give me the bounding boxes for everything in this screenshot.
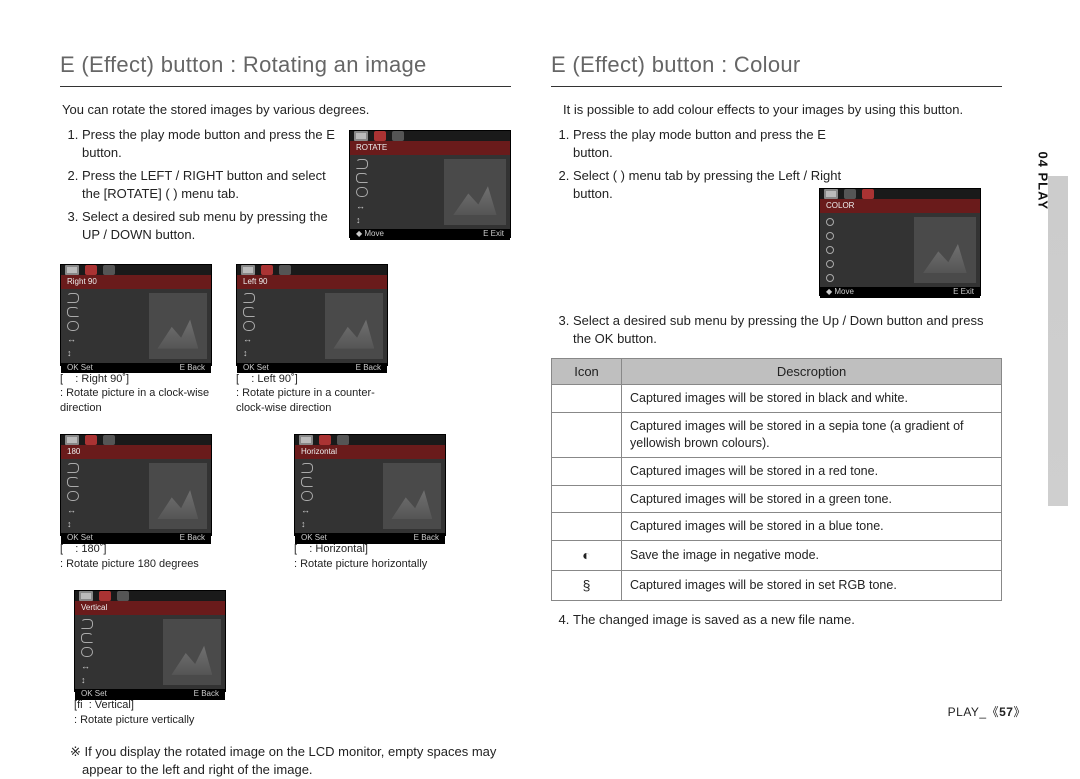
- lcd-color-main: COLOR ◆ Move E Exit: [819, 188, 981, 296]
- intro-rotating: You can rotate the stored images by vari…: [62, 101, 511, 119]
- table-row: Captured images will be stored in a blue…: [552, 513, 1002, 541]
- lcd-title: COLOR: [820, 199, 980, 213]
- icon-sepia: [552, 412, 622, 457]
- step-colour-4: The changed image is saved as a new file…: [573, 611, 1002, 629]
- lcd-right90: Right 90 ↔↕ OK SetE Back: [60, 264, 212, 366]
- table-row: Captured images will be stored in black …: [552, 385, 1002, 413]
- lcd-exit-label: Exit: [961, 287, 974, 296]
- steps-rotating: Press the play mode button and press the…: [82, 126, 335, 243]
- page-footer: PLAY_《57》: [948, 704, 1026, 720]
- heading-colour: E (Effect) button : Colour: [551, 50, 1002, 87]
- lcd-preview: [914, 217, 976, 283]
- lcd-exit-key: E: [953, 287, 958, 296]
- table-row: §Captured images will be stored in set R…: [552, 571, 1002, 601]
- lcd-preview: [444, 159, 506, 225]
- dot-icon: [826, 246, 834, 254]
- icon-bw: [552, 385, 622, 413]
- rotate-left-icon: [356, 173, 368, 183]
- desc: Captured images will be stored in set RG…: [622, 571, 1002, 601]
- tab-rotate-icon: [374, 131, 386, 141]
- icon-green: [552, 485, 622, 513]
- lcd-menu: [820, 213, 914, 287]
- caption: [ : Left 90˚] : Rotate picture in a coun…: [236, 372, 394, 417]
- lcd-move-label: Move: [364, 229, 384, 238]
- dot-icon: [826, 274, 834, 282]
- colour-table: Icon Descroption Captured images will be…: [551, 358, 1002, 602]
- lcd-title: Left 90: [237, 275, 387, 289]
- desc: Save the image in negative mode.: [622, 541, 1002, 571]
- lcd-exit-label: Exit: [491, 229, 504, 238]
- caption: [ : Right 90˚] : Rotate picture in a clo…: [60, 372, 218, 417]
- dot-icon: [826, 232, 834, 240]
- icon-negative: ◐: [552, 541, 622, 571]
- side-tab: [1048, 176, 1068, 506]
- desc: Captured images will be stored in a blue…: [622, 513, 1002, 541]
- step: Select a desired sub menu by pressing th…: [82, 208, 335, 243]
- caption: [ : 180˚] : Rotate picture 180 degrees: [60, 542, 218, 572]
- side-tab-label: 04 PLAY: [1034, 151, 1052, 210]
- flip-h-icon: ↔: [356, 200, 365, 212]
- lcd-title: Horizontal: [295, 445, 445, 459]
- lcd-title: 180: [61, 445, 211, 459]
- caption: [ : Horizontal] : Rotate picture horizon…: [294, 542, 452, 572]
- tab-play-icon: [354, 131, 368, 141]
- rotate-right-icon: [356, 159, 368, 169]
- step: Press the LEFT / RIGHT button and select…: [82, 167, 335, 202]
- caption: [fi : Vertical] : Rotate picture vertica…: [74, 698, 232, 728]
- table-row: Captured images will be stored in a red …: [552, 457, 1002, 485]
- table-row: Captured images will be stored in a sepi…: [552, 412, 1002, 457]
- steps-colour-12: Press the play mode button and press the…: [573, 126, 844, 202]
- lcd-exit-key: E: [483, 229, 488, 238]
- lcd-title: Vertical: [75, 601, 225, 615]
- icon-blue: [552, 513, 622, 541]
- lcd-title: ROTATE: [350, 141, 510, 155]
- tab-rotate-icon: [844, 189, 856, 199]
- table-row: ◐Save the image in negative mode.: [552, 541, 1002, 571]
- desc: Captured images will be stored in black …: [622, 385, 1002, 413]
- tab-play-icon: [824, 189, 838, 199]
- table-row: Captured images will be stored in a gree…: [552, 485, 1002, 513]
- step: Select ( ) menu tab by pressing the Left…: [573, 167, 844, 202]
- heading-rotating: E (Effect) button : Rotating an image: [60, 50, 511, 87]
- step-colour-3: Select a desired sub menu by pressing th…: [573, 312, 1002, 347]
- lcd-left90: Left 90 ↔↕ OK SetE Back: [236, 264, 388, 366]
- lcd-horizontal: Horizontal ↔↕ OK SetE Back: [294, 434, 446, 536]
- th-icon: Icon: [552, 358, 622, 385]
- flip-v-icon: ↕: [356, 214, 361, 226]
- dot-icon: [826, 260, 834, 268]
- intro-colour: It is possible to add colour effects to …: [563, 101, 1002, 119]
- icon-red: [552, 457, 622, 485]
- desc: Captured images will be stored in a sepi…: [622, 412, 1002, 457]
- th-desc: Descroption: [622, 358, 1002, 385]
- tab-palette-icon: [392, 131, 404, 141]
- lcd-move-label: Move: [834, 287, 854, 296]
- icon-rgb: §: [552, 571, 622, 601]
- step: Press the play mode button and press the…: [82, 126, 335, 161]
- step: Press the play mode button and press the…: [573, 126, 844, 161]
- desc: Captured images will be stored in a red …: [622, 457, 1002, 485]
- dot-icon: [826, 218, 834, 226]
- note-rotated: ※ If you display the rotated image on th…: [70, 743, 511, 778]
- lcd-vertical: Vertical ↔↕ OK SetE Back: [74, 590, 226, 692]
- lcd-title: Right 90: [61, 275, 211, 289]
- rotate-180-icon: [356, 187, 368, 197]
- tab-palette-icon: [862, 189, 874, 199]
- lcd-menu: ↔ ↕: [350, 155, 444, 229]
- desc: Captured images will be stored in a gree…: [622, 485, 1002, 513]
- lcd-rotate-main: ROTATE ↔ ↕ ◆ Move E Exit: [349, 130, 511, 238]
- lcd-move-key: ◆: [356, 229, 362, 238]
- lcd-tabs: [820, 189, 980, 199]
- lcd-tabs: [350, 131, 510, 141]
- lcd-move-key: ◆: [826, 287, 832, 296]
- lcd-180: 180 ↔↕ OK SetE Back: [60, 434, 212, 536]
